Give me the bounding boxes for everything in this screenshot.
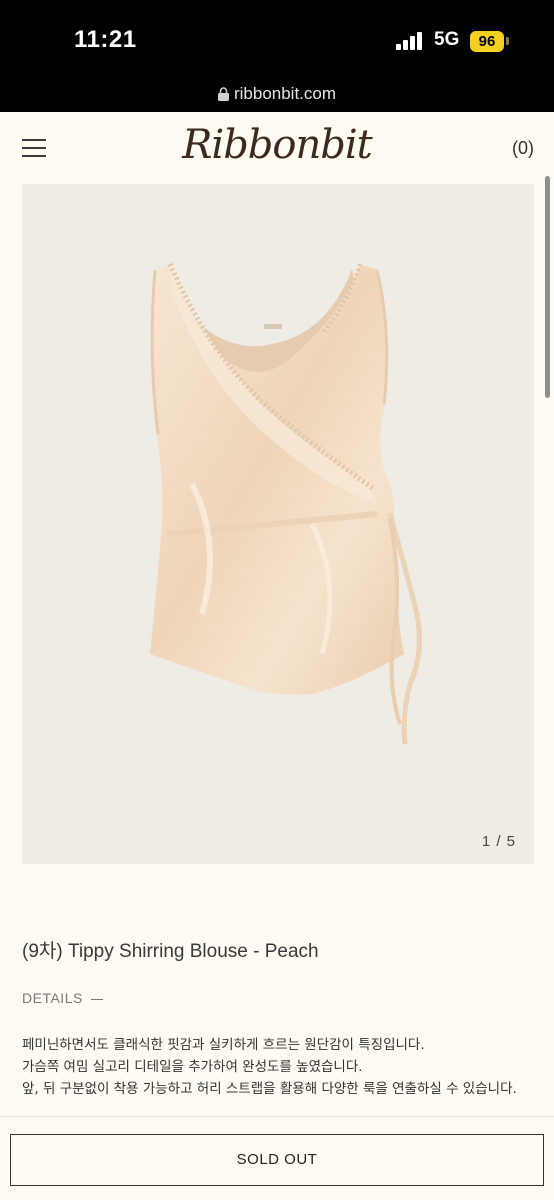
product-description: 페미닌하면서도 클래식한 핏감과 실키하게 흐르는 원단감이 특징입니다. 가슴… [22, 1034, 537, 1100]
status-bar: 11:21 5G 96 ribbonbit.com [0, 0, 554, 112]
status-time: 11:21 [74, 26, 137, 53]
description-line: 앞, 뒤 구분없이 착용 가능하고 허리 스트랩을 활용해 다양한 룩을 연출하… [22, 1081, 517, 1097]
blouse-product-image [150, 263, 422, 745]
description-line: 페미닌하면서도 클래식한 핏감과 실키하게 흐르는 원단감이 특징입니다. [22, 1037, 425, 1053]
cart-count[interactable]: (0) [512, 138, 534, 159]
lock-icon [217, 87, 229, 101]
site-header: Ribbonbit (0) [0, 112, 554, 184]
sold-out-button[interactable]: SOLD OUT [10, 1134, 544, 1186]
page-scrollbar[interactable] [545, 176, 550, 398]
brand-logo[interactable]: Ribbonbit [0, 122, 554, 168]
product-title: (9차) Tippy Shirring Blouse - Peach [22, 941, 319, 962]
battery-icon: 96 [470, 31, 504, 52]
description-line: 가슴쪽 여밈 실고리 디테일을 추가하여 완성도를 높였습니다. [22, 1059, 363, 1075]
network-label: 5G [434, 29, 460, 50]
details-toggle[interactable]: DETAILS [22, 990, 103, 1006]
url-bar[interactable]: ribbonbit.com [0, 84, 554, 104]
details-label: DETAILS [22, 990, 83, 1006]
battery-tip [506, 37, 509, 45]
collapse-dash-icon [90, 998, 103, 1000]
product-image-gallery[interactable]: 1 / 5 [22, 184, 534, 864]
url-text: ribbonbit.com [233, 84, 337, 103]
image-counter: 1 / 5 [481, 833, 516, 850]
signal-icon [396, 32, 426, 50]
bottom-action-bar: SOLD OUT [0, 1116, 554, 1200]
